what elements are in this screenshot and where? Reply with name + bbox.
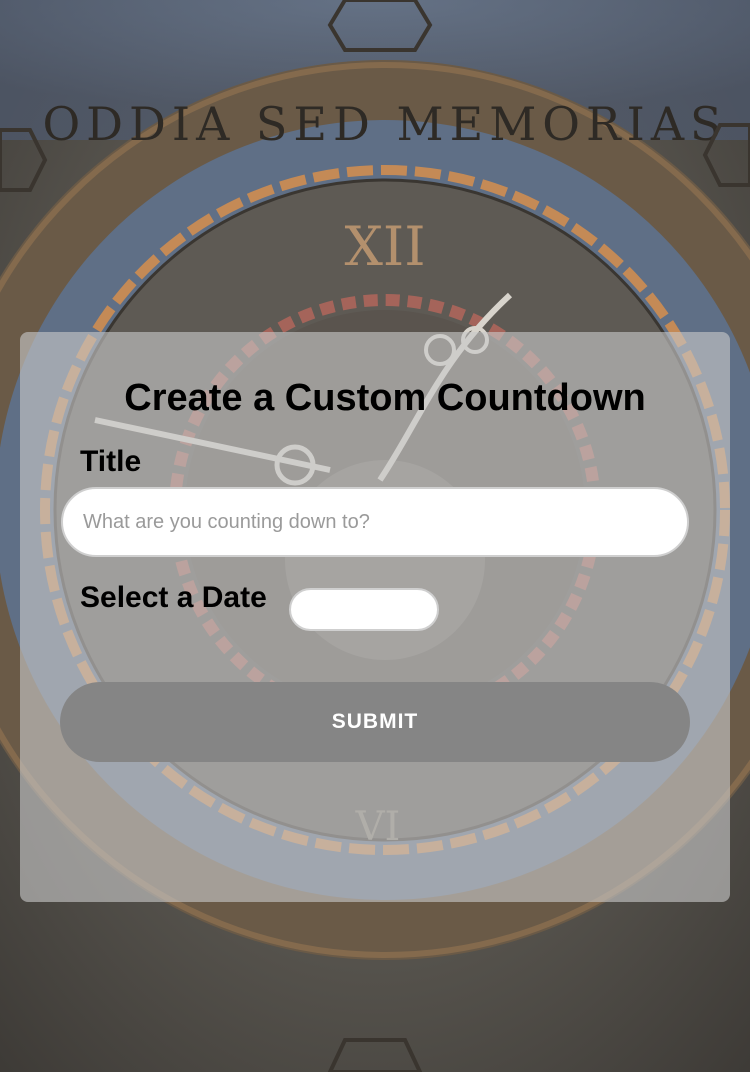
title-label: Title [80, 445, 142, 478]
background-motto: ODDIA SED MEMORIAS [42, 97, 727, 151]
background-numeral-top: XII [344, 215, 425, 278]
countdown-form-card: Create a Custom Countdown Title Select a… [20, 332, 730, 902]
date-label: Select a Date [80, 581, 267, 614]
submit-button[interactable]: SUBMIT [60, 682, 690, 762]
form-heading: Create a Custom Countdown [124, 377, 646, 419]
title-input[interactable] [61, 487, 689, 557]
date-picker-input[interactable] [289, 588, 439, 631]
